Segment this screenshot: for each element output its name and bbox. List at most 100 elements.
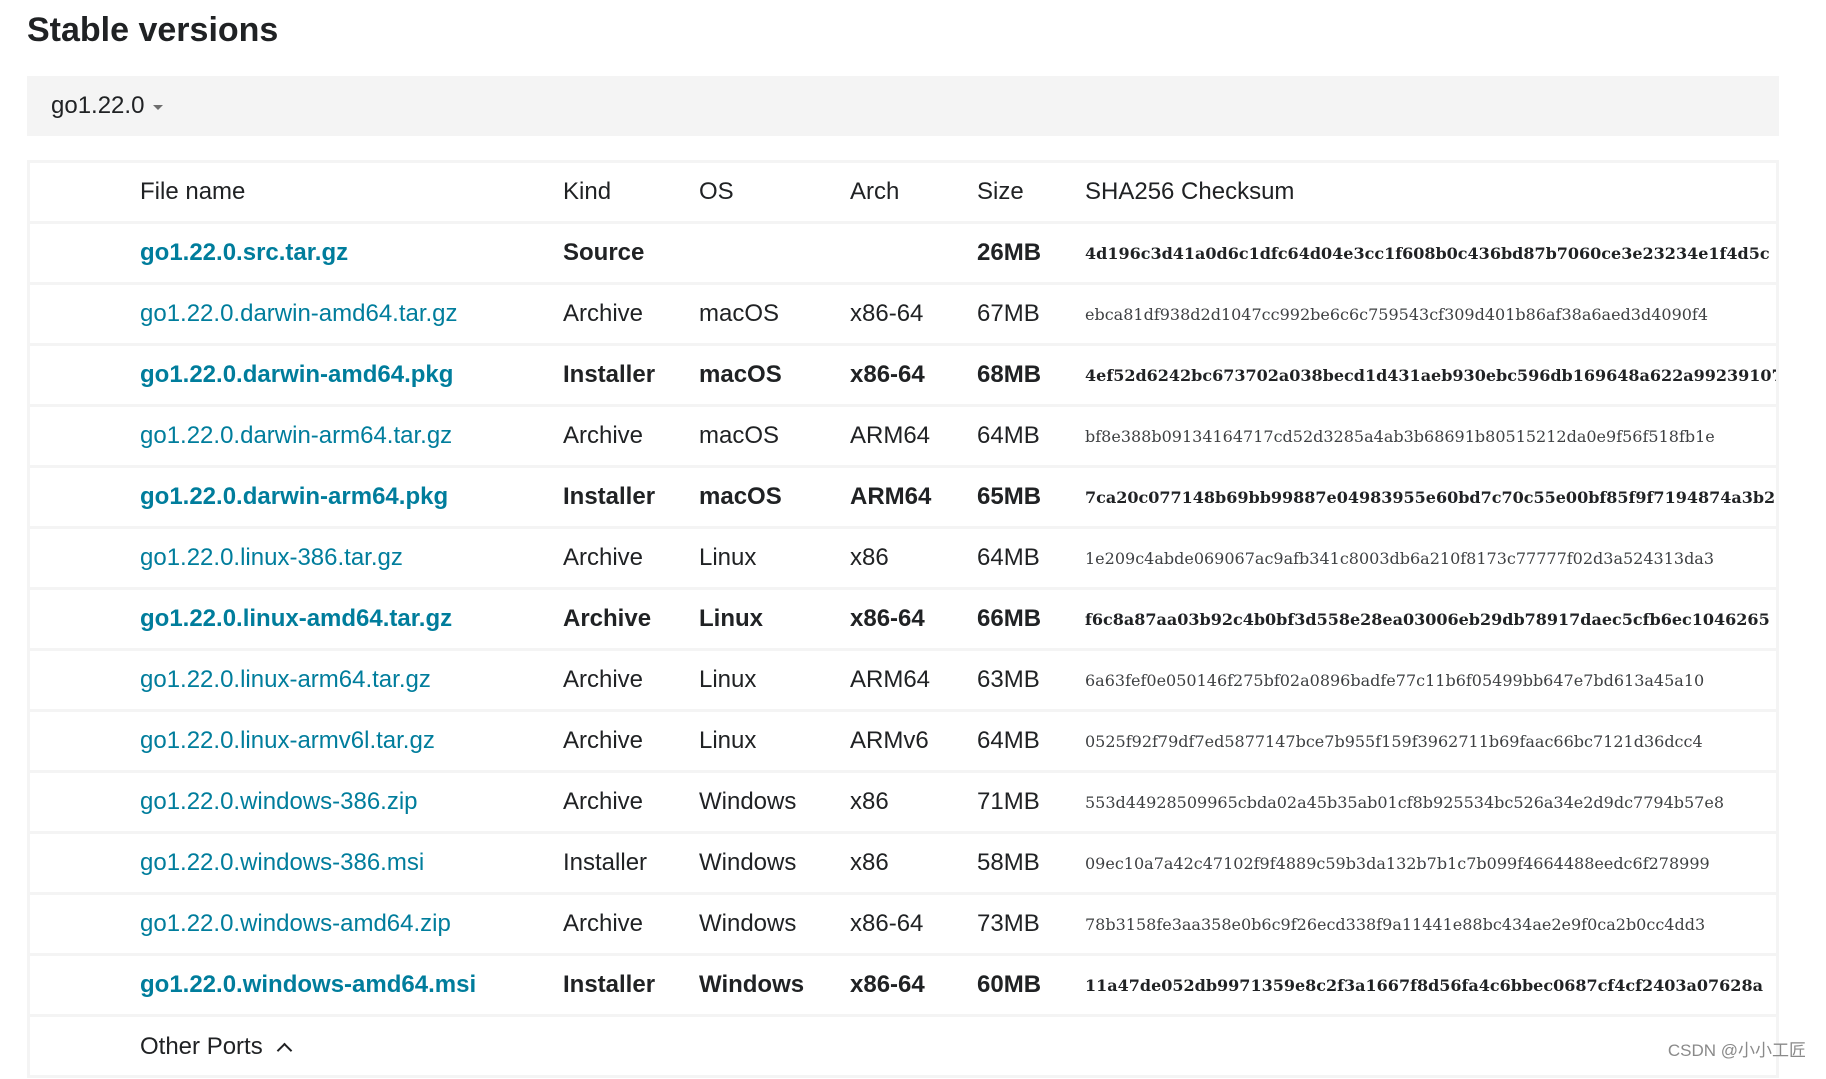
downloads-table-container: File name Kind OS Arch Size SHA256 Check… [27, 160, 1779, 1078]
table-row: go1.22.0.windows-amd64.msi Installer Windo… [30, 954, 1776, 1017]
kind-cell: Source [563, 222, 699, 285]
sha256-cell: 4ef52d6242bc673702a038becd1d431aeb930ebc… [1085, 344, 1776, 407]
file-name-cell: go1.22.0.src.tar.gz [140, 222, 563, 285]
header-kind: Kind [563, 163, 699, 224]
download-link[interactable]: go1.22.0.linux-386.tar.gz [140, 544, 403, 571]
sha256-cell: 6a63fef0e050146f275bf02a0896badfe77c11b6… [1085, 649, 1776, 712]
arch-cell: x86-64 [850, 344, 977, 407]
file-name-cell: go1.22.0.linux-amd64.tar.gz [140, 588, 563, 651]
file-name-cell: go1.22.0.darwin-arm64.tar.gz [140, 405, 563, 468]
arch-cell: x86 [850, 832, 977, 895]
file-name-cell: go1.22.0.windows-386.zip [140, 771, 563, 834]
file-name-cell: go1.22.0.linux-armv6l.tar.gz [140, 710, 563, 773]
arch-cell: ARMv6 [850, 710, 977, 773]
os-cell: Windows [699, 893, 850, 956]
version-bar: go1.22.0 [27, 76, 1779, 136]
download-link[interactable]: go1.22.0.windows-386.msi [140, 849, 424, 876]
sha256-cell: 553d44928509965cbda02a45b35ab01cf8b92553… [1085, 771, 1776, 834]
download-link[interactable]: go1.22.0.windows-amd64.msi [140, 971, 476, 998]
sha256-cell: 7ca20c077148b69bb99887e04983955e60bd7c70… [1085, 466, 1776, 529]
arch-cell: x86 [850, 771, 977, 834]
chevron-up-icon [276, 1042, 292, 1059]
kind-cell: Archive [563, 405, 699, 468]
version-toggle[interactable]: go1.22.0 [51, 92, 164, 120]
size-cell: 58MB [977, 832, 1085, 895]
download-link[interactable]: go1.22.0.linux-amd64.tar.gz [140, 605, 452, 632]
sha256-cell: 78b3158fe3aa358e0b6c9f26ecd338f9a11441e8… [1085, 893, 1776, 956]
arch-cell: ARM64 [850, 405, 977, 468]
watermark: CSDN @小小工匠 [1667, 1041, 1806, 1060]
os-cell [699, 222, 850, 285]
size-cell: 71MB [977, 771, 1085, 834]
other-ports-row: Other Ports [30, 1016, 1776, 1077]
table-row: go1.22.0.linux-armv6l.tar.gz Archive Linux… [30, 710, 1776, 773]
size-cell: 67MB [977, 283, 1085, 346]
download-link[interactable]: go1.22.0.darwin-arm64.pkg [140, 483, 448, 510]
table-row: go1.22.0.windows-amd64.zip Archive Windows… [30, 893, 1776, 956]
sha256-cell: f6c8a87aa03b92c4b0bf3d558e28ea03006eb29d… [1085, 588, 1776, 651]
os-cell: Linux [699, 649, 850, 712]
table-row: go1.22.0.linux-arm64.tar.gz Archive Linux A… [30, 649, 1776, 712]
table-header-row: File name Kind OS Arch Size SHA256 Check… [30, 163, 1776, 224]
arch-cell [850, 222, 977, 285]
table-row: go1.22.0.linux-386.tar.gz Archive Linux x86… [30, 527, 1776, 590]
table-row: go1.22.0.src.tar.gz Source 26MB 4d196c3d41a… [30, 222, 1776, 285]
table-row: go1.22.0.windows-386.zip Archive Windows x8… [30, 771, 1776, 834]
download-link[interactable]: go1.22.0.darwin-arm64.tar.gz [140, 422, 452, 449]
header-size: Size [977, 163, 1085, 224]
kind-cell: Archive [563, 283, 699, 346]
header-file-name: File name [140, 163, 563, 224]
file-name-cell: go1.22.0.darwin-amd64.pkg [140, 344, 563, 407]
arch-cell: x86-64 [850, 954, 977, 1017]
size-cell: 60MB [977, 954, 1085, 1017]
downloads-table: File name Kind OS Arch Size SHA256 Check… [30, 163, 1776, 1077]
kind-cell: Archive [563, 893, 699, 956]
header-arch: Arch [850, 163, 977, 224]
size-cell: 64MB [977, 527, 1085, 590]
download-link[interactable]: go1.22.0.linux-arm64.tar.gz [140, 666, 431, 693]
sha256-cell: 0525f92f79df7ed5877147bce7b955f159f39627… [1085, 710, 1776, 773]
header-sha256: SHA256 Checksum [1085, 163, 1776, 224]
os-cell: Windows [699, 954, 850, 1017]
download-link[interactable]: go1.22.0.darwin-amd64.pkg [140, 361, 453, 388]
sha256-cell: 1e209c4abde069067ac9afb341c8003db6a210f8… [1085, 527, 1776, 590]
sha256-cell: bf8e388b09134164717cd52d3285a4ab3b68691b… [1085, 405, 1776, 468]
kind-cell: Archive [563, 771, 699, 834]
download-link[interactable]: go1.22.0.linux-armv6l.tar.gz [140, 727, 435, 754]
size-cell: 64MB [977, 710, 1085, 773]
arch-cell: x86-64 [850, 893, 977, 956]
file-name-cell: go1.22.0.windows-amd64.msi [140, 954, 563, 1017]
arch-cell: ARM64 [850, 649, 977, 712]
section-title: Stable versions [27, 11, 279, 49]
download-link[interactable]: go1.22.0.src.tar.gz [140, 239, 348, 266]
file-name-cell: go1.22.0.windows-386.msi [140, 832, 563, 895]
size-cell: 26MB [977, 222, 1085, 285]
download-link[interactable]: go1.22.0.windows-386.zip [140, 788, 418, 815]
version-label: go1.22.0 [51, 92, 145, 119]
sha256-cell: 09ec10a7a42c47102f9f4889c59b3da132b7b1c7… [1085, 832, 1776, 895]
os-cell: Windows [699, 832, 850, 895]
file-name-cell: go1.22.0.windows-amd64.zip [140, 893, 563, 956]
sha256-cell: 4d196c3d41a0d6c1dfc64d04e3cc1f608b0c436b… [1085, 222, 1776, 285]
size-cell: 66MB [977, 588, 1085, 651]
kind-cell: Archive [563, 710, 699, 773]
size-cell: 73MB [977, 893, 1085, 956]
os-cell: macOS [699, 283, 850, 346]
caret-down-icon [153, 104, 164, 110]
os-cell: macOS [699, 466, 850, 529]
table-row: go1.22.0.darwin-amd64.pkg Installer macOS x… [30, 344, 1776, 407]
header-os: OS [699, 163, 850, 224]
other-ports-toggle[interactable]: Other Ports [140, 1033, 292, 1061]
table-row: go1.22.0.darwin-arm64.tar.gz Archive macOS… [30, 405, 1776, 468]
os-cell: Linux [699, 527, 850, 590]
table-row: go1.22.0.linux-amd64.tar.gz Archive Linux x… [30, 588, 1776, 651]
file-name-cell: go1.22.0.linux-arm64.tar.gz [140, 649, 563, 712]
os-cell: Windows [699, 771, 850, 834]
os-cell: Linux [699, 588, 850, 651]
download-link[interactable]: go1.22.0.windows-amd64.zip [140, 910, 451, 937]
size-cell: 68MB [977, 344, 1085, 407]
kind-cell: Archive [563, 527, 699, 590]
table-row: go1.22.0.darwin-arm64.pkg Installer macOS A… [30, 466, 1776, 529]
kind-cell: Installer [563, 832, 699, 895]
download-link[interactable]: go1.22.0.darwin-amd64.tar.gz [140, 300, 458, 327]
